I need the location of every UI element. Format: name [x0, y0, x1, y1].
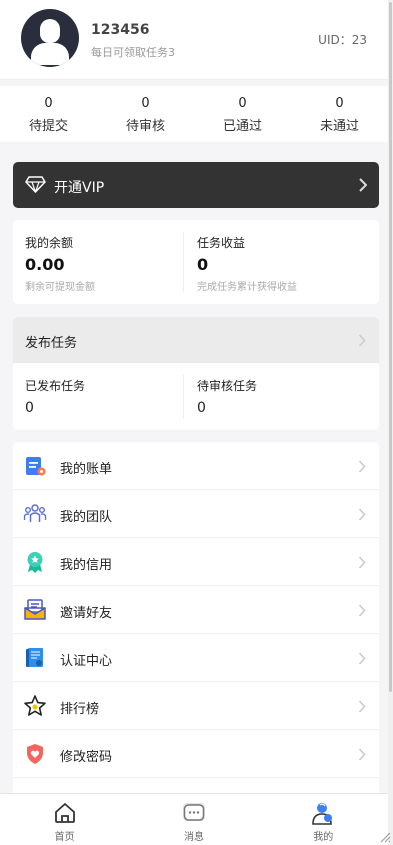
- chevron-right-icon: [358, 700, 366, 713]
- menu-item-my-team[interactable]: 我的团队: [13, 490, 379, 538]
- scrollbar-thumb[interactable]: [389, 2, 392, 692]
- menu-item-verification-center[interactable]: 认证中心: [13, 634, 379, 682]
- pending-review-tasks[interactable]: 待审核任务 0: [185, 363, 355, 430]
- published-count: 0: [25, 400, 34, 416]
- uid-label: UID：23: [318, 33, 367, 47]
- pending-count: 0: [197, 400, 206, 416]
- tab-messages[interactable]: 消息: [129, 794, 258, 845]
- username: 123456: [91, 22, 150, 38]
- earnings-title: 任务收益: [197, 236, 246, 250]
- menu-list: 我的账单 我的团队 我的信用 邀请好友 认证中心 排行榜 修改密码: [13, 442, 379, 802]
- earnings-value: 0: [197, 255, 209, 274]
- my-balance[interactable]: 我的余额 0.00 剩余可提现金额: [13, 220, 183, 304]
- menu-item-label: 邀请好友: [60, 606, 113, 621]
- publish-task-card: 发布任务 已发布任务 0 待审核任务 0: [13, 317, 379, 430]
- chevron-right-icon: [358, 556, 366, 569]
- menu-item-label: 我的团队: [60, 510, 113, 525]
- balance-value: 0.00: [25, 255, 65, 274]
- message-icon: [182, 803, 205, 821]
- publish-task-label: 发布任务: [25, 336, 78, 351]
- chevron-right-icon: [358, 604, 366, 617]
- bill-icon: [26, 457, 46, 476]
- stat-label: 待提交: [28, 119, 68, 134]
- tab-label: 消息: [183, 832, 204, 843]
- publish-task-button[interactable]: 发布任务: [13, 317, 379, 363]
- credit-badge-icon: [27, 552, 43, 573]
- stat-count: 0: [44, 96, 53, 111]
- menu-item-label: 我的账单: [60, 462, 113, 477]
- daily-task-quota: 每日可领取任务3: [91, 46, 175, 59]
- menu-item-change-password[interactable]: 修改密码: [13, 730, 379, 778]
- chevron-right-icon: [358, 652, 366, 665]
- home-icon: [54, 803, 75, 823]
- team-icon: [23, 504, 47, 522]
- chevron-right-icon: [358, 508, 366, 521]
- menu-item-label: 我的信用: [60, 558, 113, 573]
- balance-sub: 剩余可提现金额: [25, 282, 95, 293]
- menu-item-label: 认证中心: [60, 654, 113, 669]
- menu-item-invite-friends[interactable]: 邀请好友: [13, 586, 379, 634]
- star-icon: [24, 695, 46, 716]
- certificate-icon: [26, 648, 43, 667]
- tab-home[interactable]: 首页: [0, 794, 129, 845]
- menu-item-label: 修改密码: [60, 750, 113, 765]
- balance-title: 我的余额: [25, 236, 74, 250]
- avatar[interactable]: [21, 9, 79, 67]
- tab-me[interactable]: 我的: [259, 794, 388, 845]
- stat-rejected[interactable]: 0 未通过: [291, 86, 388, 142]
- profile-icon: [312, 803, 333, 825]
- task-earnings[interactable]: 任务收益 0 完成任务累计获得收益: [185, 220, 355, 304]
- stat-label: 已通过: [222, 119, 262, 134]
- task-status-stats: 0 待提交 0 待审核 0 已通过 0 未通过: [0, 86, 388, 142]
- stat-count: 0: [141, 96, 150, 111]
- earnings-sub: 完成任务累计获得收益: [197, 282, 297, 293]
- stat-count: 0: [335, 96, 344, 111]
- published-label: 已发布任务: [25, 379, 86, 393]
- vip-label: 开通VIP: [54, 180, 105, 196]
- shield-heart-icon: [27, 744, 43, 764]
- open-vip-button[interactable]: 开通VIP: [13, 162, 379, 208]
- resize-grip-icon[interactable]: [379, 831, 391, 843]
- bottom-tab-bar: 首页 消息 我的: [0, 793, 388, 845]
- stat-label: 未通过: [319, 119, 359, 134]
- pending-label: 待审核任务: [197, 379, 258, 393]
- chevron-right-icon: [358, 460, 366, 473]
- stat-approved[interactable]: 0 已通过: [194, 86, 291, 142]
- published-tasks[interactable]: 已发布任务 0: [13, 363, 183, 430]
- invite-envelope-icon: [24, 599, 46, 620]
- menu-item-label: 排行榜: [60, 702, 100, 717]
- profile-page: 123456 每日可领取任务3 UID：23 0 待提交 0 待审核 0 已通过…: [0, 0, 388, 845]
- menu-item-my-credit[interactable]: 我的信用: [13, 538, 379, 586]
- divider: [183, 232, 184, 292]
- stat-pending-review[interactable]: 0 待审核: [97, 86, 194, 142]
- stat-label: 待审核: [125, 119, 165, 134]
- tab-label: 我的: [313, 832, 334, 843]
- stat-count: 0: [238, 96, 247, 111]
- divider: [183, 375, 184, 419]
- stat-pending-submit[interactable]: 0 待提交: [0, 86, 97, 142]
- menu-item-my-bill[interactable]: 我的账单: [13, 442, 379, 490]
- diamond-icon: [25, 176, 46, 193]
- scrollbar[interactable]: [388, 0, 393, 845]
- chevron-right-icon: [358, 334, 366, 347]
- balance-card: 我的余额 0.00 剩余可提现金额 任务收益 0 完成任务累计获得收益: [13, 220, 379, 304]
- profile-header[interactable]: 123456 每日可领取任务3 UID：23: [0, 0, 388, 80]
- chevron-right-icon: [359, 178, 367, 192]
- chevron-right-icon: [358, 748, 366, 761]
- tab-label: 首页: [54, 832, 75, 843]
- menu-item-leaderboard[interactable]: 排行榜: [13, 682, 379, 730]
